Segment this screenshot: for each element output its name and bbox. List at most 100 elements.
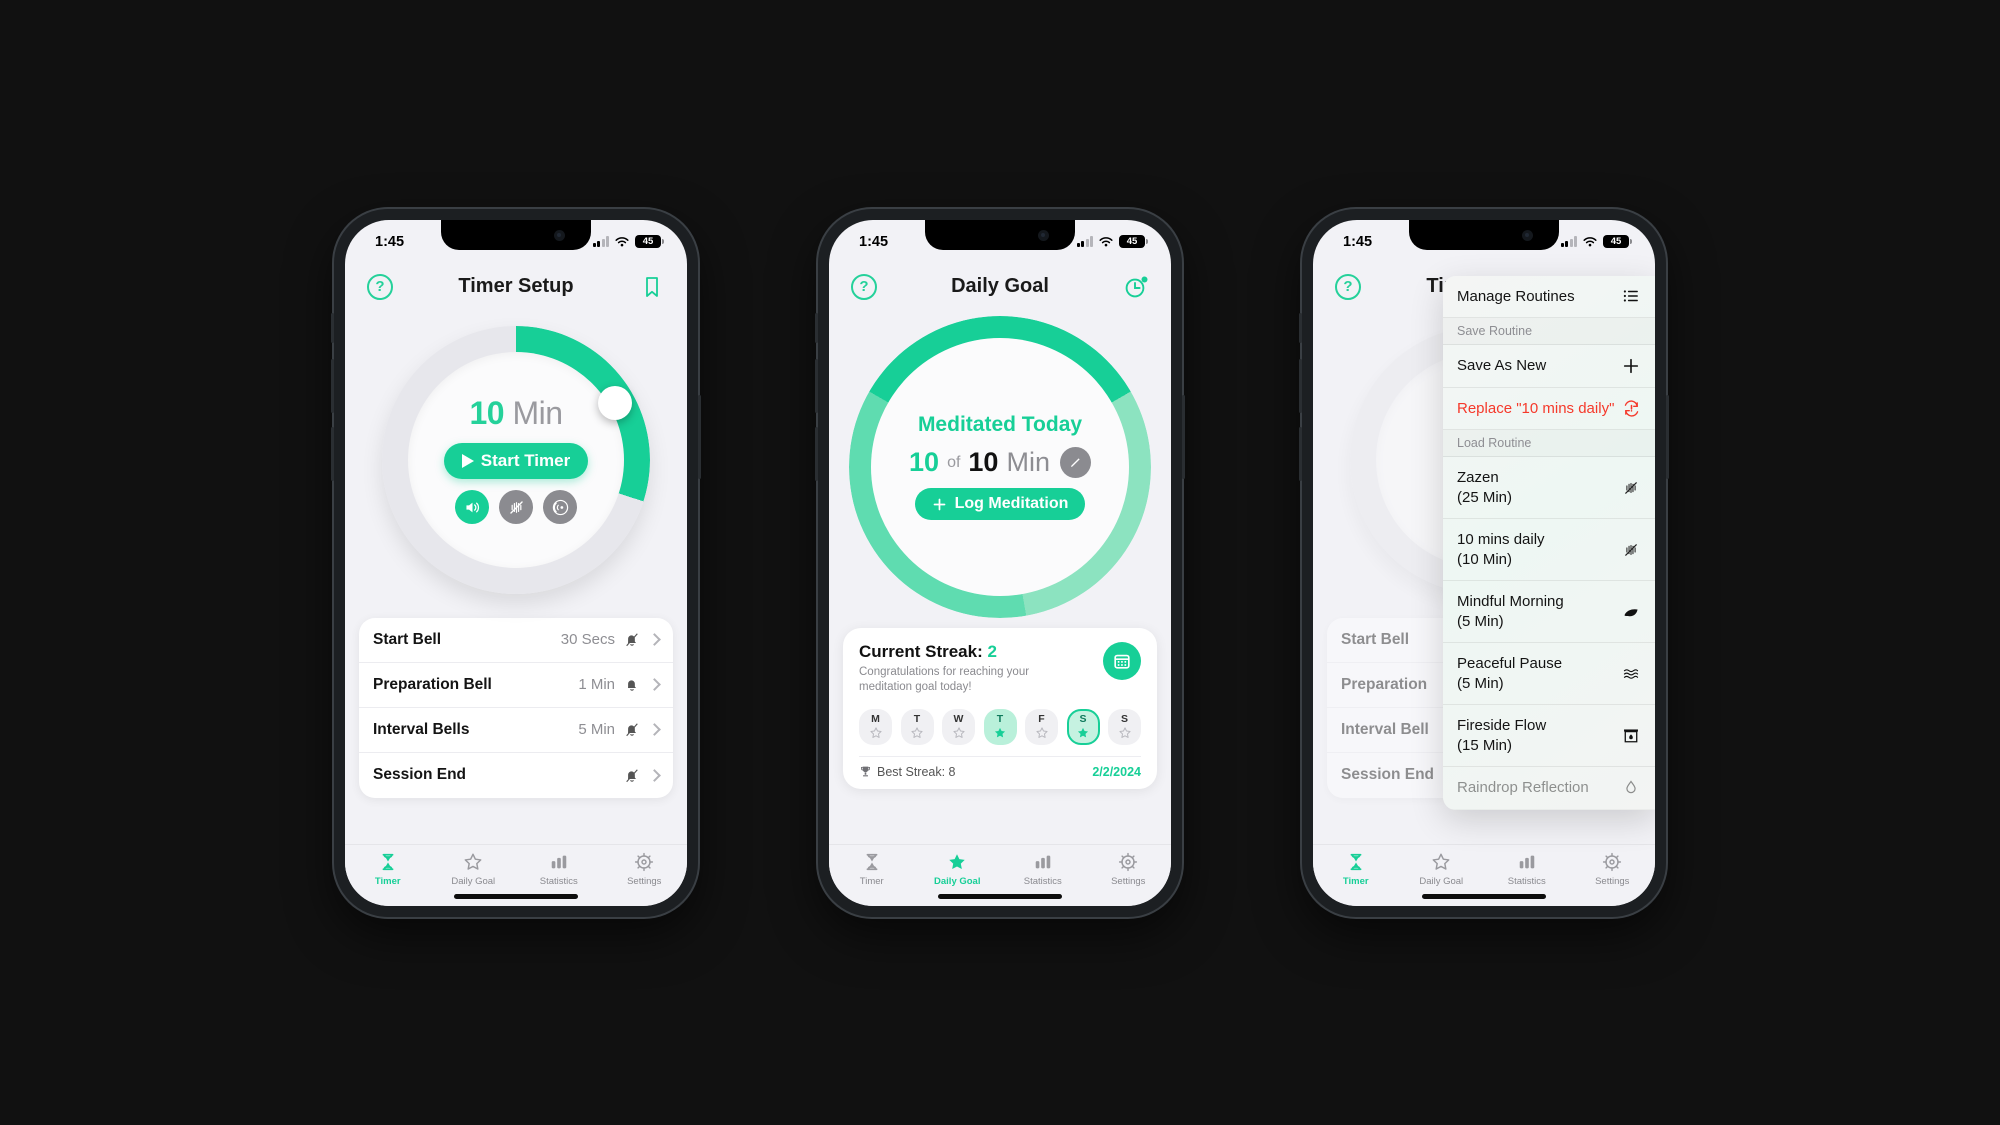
streak-footer: Best Streak: 8 2/2/2024	[859, 755, 1141, 779]
tab-daily-goal[interactable]: Daily Goal	[915, 852, 1001, 887]
menu-item-label: Save As New	[1457, 357, 1547, 374]
menu-section-load-routine: Load Routine	[1443, 430, 1655, 457]
phone-2-screen: 1:45 45 ? Daily Goal Meditated Today 10 …	[829, 219, 1172, 906]
power-button[interactable]	[1666, 394, 1669, 479]
streak-title: Current Streak: 2	[859, 642, 1077, 662]
tab-daily-goal[interactable]: Daily Goal	[1399, 852, 1485, 887]
wifi-icon	[1098, 236, 1114, 248]
question-mark-circle-icon[interactable]: ?	[1335, 273, 1361, 300]
tab-settings[interactable]: Settings	[602, 852, 688, 887]
pencil-edit-icon[interactable]	[1059, 447, 1091, 478]
day-letter: T	[913, 713, 921, 726]
setting-row-start-bell[interactable]: Start Bell 30 Secs	[359, 618, 673, 663]
setting-row-session-end[interactable]: Session End	[359, 753, 673, 798]
list-bullet-icon	[1621, 287, 1641, 305]
tab-label: Daily Goal	[1419, 875, 1464, 887]
menu-item-routine[interactable]: Fireside Flow (15 Min)	[1443, 705, 1655, 767]
star-icon	[869, 727, 882, 738]
bookmark-icon[interactable]	[639, 274, 665, 300]
goal-current: 10	[909, 447, 940, 477]
tab-label: Timer	[374, 875, 401, 887]
cellular-signal-icon	[1560, 236, 1577, 247]
bell-settings-card: Start Bell 30 Secs Preparation Bell 1 Mi…	[359, 617, 673, 798]
day-cell[interactable]: M	[859, 708, 892, 745]
day-cell-today[interactable]: S	[1066, 708, 1100, 745]
history-clock-icon[interactable]	[1123, 274, 1149, 300]
tab-timer[interactable]: Timer	[1313, 852, 1399, 887]
gear-icon	[1119, 852, 1138, 871]
gear-icon	[1603, 852, 1622, 871]
start-timer-button[interactable]: Start Timer	[443, 443, 589, 479]
power-button[interactable]	[698, 394, 701, 479]
log-meditation-button[interactable]: Log Meditation	[914, 488, 1086, 520]
setting-row-preparation-bell[interactable]: Preparation Bell 1 Min	[359, 663, 673, 708]
bar-chart-icon	[1519, 855, 1535, 868]
menu-item-save-as-new[interactable]: Save As New	[1443, 345, 1655, 388]
menu-item-routine[interactable]: Zazen (25 Min)	[1443, 457, 1655, 519]
sound-toggle-row	[455, 490, 577, 524]
setting-label: Interval Bells	[373, 720, 470, 738]
front-camera-icon	[554, 229, 565, 241]
day-cell[interactable]: T	[983, 708, 1017, 745]
timer-value-display: 10 Min	[469, 395, 563, 432]
mute-switch[interactable]	[1299, 312, 1302, 343]
tab-settings[interactable]: Settings	[1570, 852, 1656, 887]
ambient-sound-button[interactable]	[543, 490, 577, 524]
tab-statistics[interactable]: Statistics	[1484, 852, 1570, 887]
day-cell[interactable]: T	[900, 708, 934, 745]
best-streak-label: Best Streak: 8	[877, 764, 956, 779]
star-icon	[1118, 727, 1131, 738]
phone-1-screen: 1:45 45 ? Timer Setup 10 Min Start Timer…	[345, 219, 688, 906]
status-time: 1:45	[375, 233, 405, 250]
timer-dial[interactable]: 10 Min Start Timer	[382, 325, 650, 594]
day-letter: M	[871, 713, 880, 726]
fireplace-icon	[1621, 727, 1641, 745]
power-button[interactable]	[1182, 394, 1185, 479]
day-cell[interactable]: S	[1108, 708, 1141, 745]
routine-duration: (15 Min)	[1457, 736, 1513, 754]
tab-timer[interactable]: Timer	[829, 852, 915, 887]
menu-item-replace-routine[interactable]: Replace "10 mins daily"	[1443, 388, 1655, 430]
sound-on-button[interactable]	[455, 490, 489, 524]
tab-label: Statistics	[539, 875, 578, 887]
tab-daily-goal[interactable]: Daily Goal	[431, 852, 517, 887]
home-indicator[interactable]	[1422, 893, 1546, 899]
calendar-icon[interactable]	[1103, 641, 1141, 680]
mute-switch[interactable]	[331, 312, 334, 343]
menu-item-routine[interactable]: Mindful Morning (5 Min)	[1443, 581, 1655, 643]
mute-switch[interactable]	[815, 312, 818, 343]
routines-context-menu: Manage Routines Save Routine Save As New…	[1443, 275, 1655, 810]
vibration-off-button[interactable]	[499, 490, 533, 524]
timer-dial-area: 10 Min Start Timer	[345, 310, 687, 610]
menu-item-routine[interactable]: 10 mins daily (10 Min)	[1443, 519, 1655, 581]
star-icon	[1432, 853, 1450, 870]
question-mark-circle-icon[interactable]: ?	[851, 273, 877, 300]
tab-settings[interactable]: Settings	[1086, 852, 1172, 887]
routine-name: Peaceful Pause	[1457, 655, 1563, 672]
home-indicator[interactable]	[938, 893, 1062, 899]
menu-item-routine[interactable]: Peaceful Pause (5 Min)	[1443, 643, 1655, 705]
replace-warning-icon	[1621, 399, 1641, 418]
day-cell[interactable]: W	[942, 708, 975, 745]
tab-statistics[interactable]: Statistics	[516, 852, 602, 887]
menu-item-routine[interactable]: Raindrop Reflection	[1443, 767, 1655, 810]
dial-knob-handle[interactable]	[598, 385, 632, 420]
leaf-icon	[1621, 603, 1641, 621]
day-letter: S	[1120, 713, 1128, 726]
tab-timer[interactable]: Timer	[345, 852, 431, 887]
play-icon	[461, 454, 474, 468]
setting-value: 1 Min	[578, 676, 615, 693]
day-letter: T	[996, 713, 1004, 726]
day-letter: W	[953, 713, 964, 726]
question-mark-circle-icon[interactable]: ?	[367, 273, 393, 300]
hourglass-icon	[382, 853, 394, 870]
setting-row-interval-bells[interactable]: Interval Bells 5 Min	[359, 708, 673, 753]
day-cell[interactable]: F	[1025, 708, 1058, 745]
home-indicator[interactable]	[454, 893, 578, 899]
tab-statistics[interactable]: Statistics	[1000, 852, 1086, 887]
menu-item-manage-routines[interactable]: Manage Routines	[1443, 276, 1655, 318]
front-camera-icon	[1522, 229, 1533, 241]
timer-unit: Min	[512, 395, 563, 431]
goal-dial-center: Meditated Today 10 of 10 Min Log Meditat…	[871, 337, 1129, 596]
star-icon	[911, 727, 923, 738]
